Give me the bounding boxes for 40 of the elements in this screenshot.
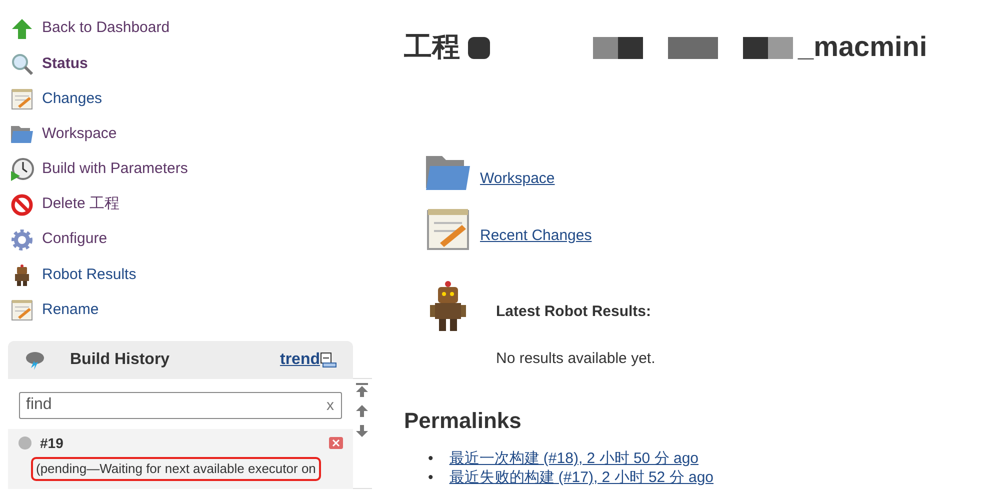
sidebar-link[interactable]: Delete 工程 [42, 193, 120, 216]
sidebar-link[interactable]: Status [42, 52, 88, 76]
page-title: _macmini [798, 30, 928, 64]
cancel-icon[interactable] [328, 437, 343, 450]
build-number-link[interactable]: #19 [40, 432, 64, 454]
panel-title: Build History [70, 350, 170, 370]
section-heading: Permalinks [404, 407, 522, 435]
main-link[interactable]: Workspace [480, 168, 555, 190]
permalink[interactable]: 最近失败的构建 (#17), 2 小时 52 分 ago [449, 468, 714, 487]
scroll-top-icon[interactable] [355, 382, 370, 397]
sidebar-link[interactable]: Robot Results [42, 264, 136, 286]
sidebar-link[interactable]: Workspace [42, 122, 117, 146]
settings-icon [10, 228, 34, 252]
notepad-icon [10, 86, 34, 111]
section-heading: Latest Robot Results: [496, 302, 652, 322]
up-arrow-icon[interactable] [355, 404, 370, 417]
search-icon [10, 52, 34, 76]
build-status-text: (pending—Waiting for next available executor on [31, 456, 321, 481]
sidebar-link[interactable]: Rename [42, 298, 99, 322]
up-arrow-icon [10, 16, 34, 41]
clear-button[interactable]: x [326, 394, 334, 418]
sidebar-link[interactable]: Back to Dashboard [42, 17, 170, 40]
page-title: 工程 [404, 30, 460, 64]
prohibit-icon [10, 192, 34, 217]
notepad-icon [10, 298, 34, 322]
status-ball-icon [18, 436, 32, 450]
main-link[interactable]: Recent Changes [480, 224, 592, 247]
status-message: No results available yet. [496, 348, 656, 368]
sidebar-link[interactable]: Changes [42, 88, 102, 110]
clock-icon [10, 157, 34, 182]
weather-icon [24, 350, 46, 370]
permalink[interactable]: 最近一次构建 (#18), 2 小时 50 分 ago [449, 449, 699, 468]
graph-icon [320, 352, 337, 368]
bullet: • [428, 468, 434, 487]
robot-icon [430, 281, 466, 331]
trend-link[interactable]: trend [280, 348, 320, 372]
sidebar-link[interactable]: Configure [42, 228, 108, 251]
down-arrow-icon[interactable] [355, 424, 370, 437]
sidebar-link[interactable]: Build with Parameters [42, 158, 188, 181]
bullet: • [428, 449, 434, 468]
